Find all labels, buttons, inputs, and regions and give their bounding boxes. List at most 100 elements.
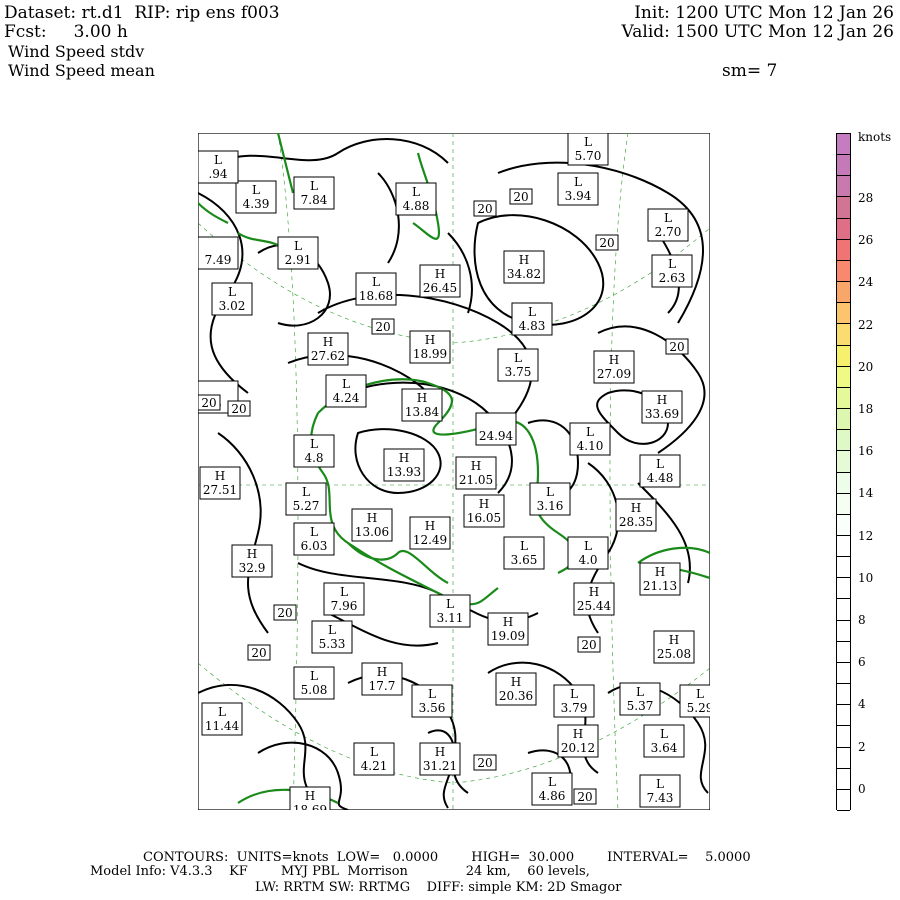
extremum-value: .94	[208, 167, 227, 181]
low-marker: L5.27	[285, 482, 327, 516]
high-marker: H25.08	[653, 630, 695, 664]
high-marker: H13.93	[383, 448, 425, 482]
colorbar	[836, 133, 851, 811]
colorbar-cell	[837, 705, 850, 727]
high-marker: H34.82	[503, 250, 545, 284]
extremum-type: H	[589, 585, 599, 599]
extremum-type: H	[631, 501, 641, 515]
extremum-value: 2.70	[655, 225, 682, 239]
extremum-marker: 24.94	[475, 412, 517, 446]
extremum-type: H	[669, 633, 679, 647]
field-name-stdv: Wind Speed stdv	[8, 42, 145, 61]
extremum-type: L	[446, 597, 454, 611]
high-marker: H20.12	[557, 724, 599, 758]
extremum-value: 4.86	[539, 789, 566, 803]
extremum-type: L	[586, 425, 594, 439]
extremum-type: L	[340, 585, 348, 599]
extremum-type: H	[247, 547, 257, 561]
colorbar-cell	[837, 324, 850, 346]
high-marker: H13.84	[401, 388, 443, 422]
high-marker: H20.36	[495, 672, 537, 706]
extremum-value: 4.39	[243, 197, 270, 211]
colorbar-tick-label: 2	[858, 739, 866, 754]
extremum-type: L	[310, 437, 318, 451]
high-marker: H33.69	[641, 390, 683, 424]
extremum-type: H	[519, 253, 529, 267]
extremum-value: 33.69	[645, 407, 679, 421]
colorbar-cell	[837, 620, 850, 642]
contour-label: 20	[198, 394, 221, 411]
colorbar-cell	[837, 260, 850, 283]
svg-text:20: 20	[477, 202, 492, 216]
extremum-value: 27.62	[311, 349, 345, 363]
extremum-type: L	[528, 305, 536, 319]
extremum-value: 3.02	[219, 299, 246, 313]
colorbar-cell	[837, 155, 850, 177]
extremum-value: 4.24	[333, 391, 360, 405]
colorbar-tick-label: 22	[858, 317, 874, 332]
extremum-type: H	[435, 267, 445, 281]
extremum-value: 4.0	[578, 553, 597, 567]
contour-label: 20	[595, 234, 619, 251]
colorbar-tick-label: 14	[858, 486, 874, 501]
extremum-value: 21.13	[643, 579, 677, 593]
extremum-type: L	[584, 539, 592, 553]
low-marker: L7.84	[293, 176, 335, 210]
low-marker: L11.44	[201, 702, 243, 736]
contour-label: 20	[509, 188, 533, 205]
high-marker: H21.05	[455, 456, 497, 490]
low-marker: L2.91	[277, 236, 319, 270]
colorbar-cell	[837, 176, 850, 198]
svg-text:20: 20	[231, 402, 246, 416]
low-marker: L5.33	[311, 620, 353, 654]
extremum-type: H	[479, 497, 489, 511]
colorbar-units: knots	[858, 130, 892, 144]
footer-physics: LW: RRTM SW: RRTMG DIFF: simple KM: 2D S…	[255, 880, 622, 895]
colorbar-cell	[837, 239, 850, 261]
extremum-value: 3.64	[651, 741, 678, 755]
svg-text:20: 20	[669, 340, 684, 354]
svg-text:20: 20	[599, 236, 614, 250]
wind-speed-map: L5.70L3.94L4.39L7.84L4.88L2.70L.947.49L2…	[198, 133, 710, 810]
colorbar-cell	[837, 599, 850, 621]
extremum-value: 32.9	[239, 561, 266, 575]
colorbar-cell	[837, 366, 850, 388]
extremum-value: 20.36	[499, 689, 533, 703]
contour-label: 20	[573, 788, 597, 805]
extremum-type: H	[657, 393, 667, 407]
svg-text:20: 20	[477, 756, 492, 770]
colorbar-cell	[837, 493, 850, 515]
extremum-type: H	[655, 565, 665, 579]
extremum-type: L	[514, 351, 522, 365]
extremum-type: L	[310, 669, 318, 683]
contour-label: 20	[577, 636, 601, 653]
extremum-type: L	[656, 457, 664, 471]
extremum-type: H	[503, 615, 513, 629]
colorbar-cell	[837, 747, 850, 769]
extremum-type: L	[252, 183, 260, 197]
extremum-value: 6.03	[301, 539, 328, 553]
extremum-value: 24.94	[479, 429, 514, 443]
colorbar-cell	[837, 451, 850, 473]
extremum-value: 3.75	[505, 365, 532, 379]
forecast-hour: Fcst: 3.00 h	[4, 22, 128, 42]
extremum-value: 7.84	[301, 193, 328, 207]
high-marker: H13.06	[351, 508, 393, 542]
high-marker: H21.13	[639, 562, 681, 596]
high-marker: H18.69	[289, 786, 331, 810]
contour-label: 20	[473, 200, 497, 217]
extremum-type: H	[377, 665, 387, 679]
extremum-type: L	[574, 175, 582, 189]
colorbar-tick-label: 20	[858, 359, 874, 374]
colorbar-tick-label: 28	[858, 191, 874, 205]
colorbar-cell	[837, 726, 850, 748]
high-marker: H32.9	[231, 544, 273, 578]
extremum-value: 3.16	[537, 499, 564, 513]
extremum-value: 5.29	[687, 701, 710, 715]
extremum-value: 5.33	[319, 637, 346, 651]
colorbar-cell	[837, 430, 850, 452]
extremum-type: H	[305, 789, 315, 803]
extremum-value: 20.12	[561, 741, 595, 755]
extremum-value: 19.09	[491, 629, 525, 643]
extremum-value: 5.27	[293, 499, 320, 513]
